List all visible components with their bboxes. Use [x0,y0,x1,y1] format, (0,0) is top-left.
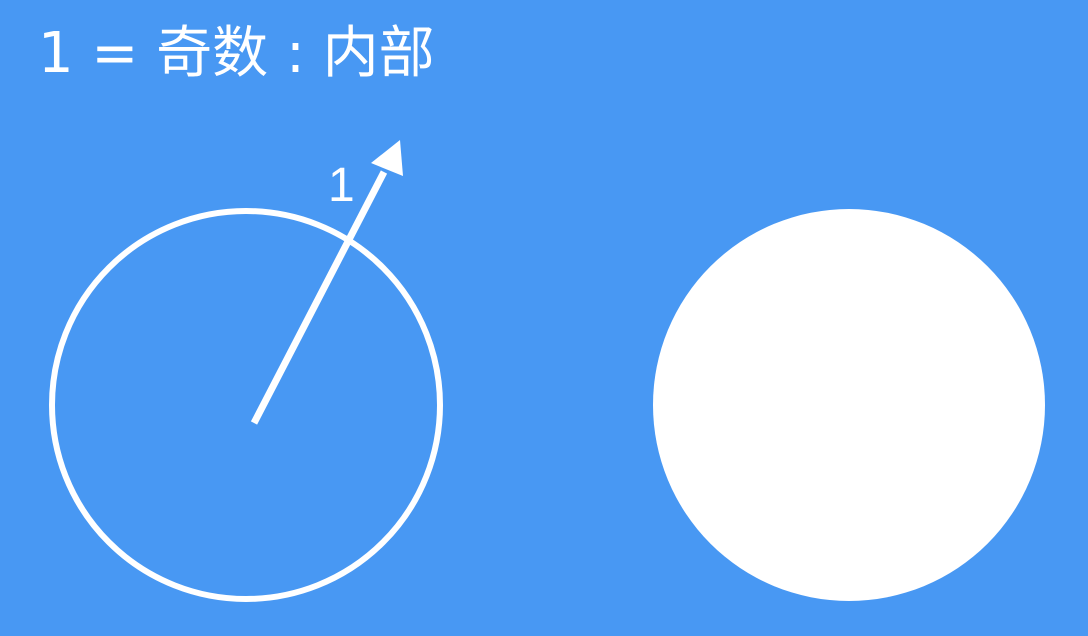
diagram-canvas: 1 = 奇数 : 内部 1 [0,0,1088,636]
diagram-title: 1 = 奇数 : 内部 [38,21,435,86]
crossing-count-label: 1 [328,159,355,212]
outlined-circle [49,208,443,602]
ray-line [250,170,388,425]
ray-arrowhead [371,140,403,176]
filled-circle [653,209,1045,601]
diagram-svg: 1 = 奇数 : 内部 1 [38,21,1045,602]
